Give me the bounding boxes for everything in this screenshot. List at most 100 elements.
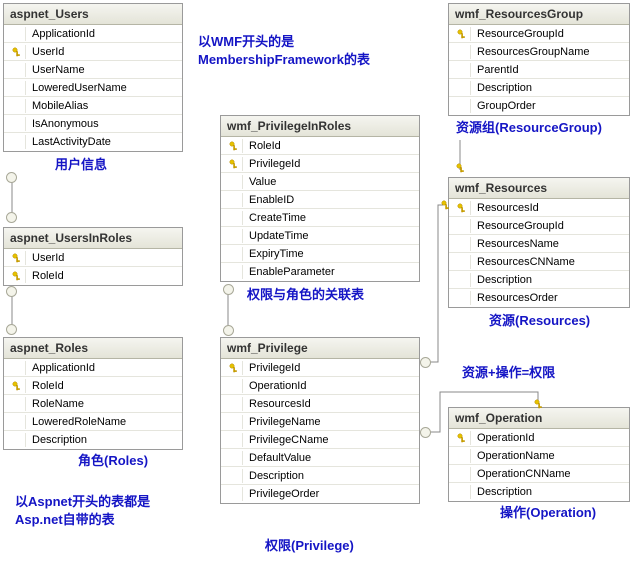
- column-name: LoweredUserName: [32, 82, 127, 94]
- column-row: RoleId: [221, 137, 419, 155]
- primary-key-icon: [225, 157, 243, 171]
- column-row: UserName: [4, 61, 182, 79]
- column-marker: [225, 175, 243, 189]
- column-row: Value: [221, 173, 419, 191]
- column-row: CreateTime: [221, 209, 419, 227]
- column-row: ResourceGroupId: [449, 25, 629, 43]
- column-marker: [225, 397, 243, 411]
- column-marker: [8, 415, 26, 429]
- column-name: ResourcesName: [477, 238, 559, 250]
- cols: ResourcesId ResourceGroupId ResourcesName R…: [449, 199, 629, 307]
- table-title: wmf_ResourcesGroup: [449, 4, 629, 25]
- conn-endpoint-icon: [6, 212, 17, 223]
- column-name: CreateTime: [249, 212, 306, 224]
- column-marker: [225, 379, 243, 393]
- column-marker: [225, 193, 243, 207]
- column-marker: [453, 99, 471, 113]
- column-name: ResourceGroupId: [477, 220, 564, 232]
- conn-endpoint-icon: [6, 172, 17, 183]
- column-name: RoleName: [32, 398, 84, 410]
- table-title: wmf_PrivilegeInRoles: [221, 116, 419, 137]
- column-name: EnableID: [249, 194, 294, 206]
- column-marker: [453, 467, 471, 481]
- column-row: MobileAlias: [4, 97, 182, 115]
- column-row: PrivilegeId: [221, 359, 419, 377]
- column-name: Description: [477, 486, 532, 498]
- column-row: UserId: [4, 43, 182, 61]
- table-title: aspnet_Users: [4, 4, 182, 25]
- column-name: OperationCNName: [477, 468, 571, 480]
- column-name: EnableParameter: [249, 266, 335, 278]
- column-name: PrivilegeName: [249, 416, 321, 428]
- column-row: OperationId: [449, 429, 629, 447]
- caption-roles: 角色(Roles): [78, 450, 148, 469]
- column-row: ResourcesCNName: [449, 253, 629, 271]
- column-name: OperationId: [477, 432, 534, 444]
- column-marker: [453, 273, 471, 287]
- conn-key-icon: [440, 199, 451, 210]
- column-marker: [225, 451, 243, 465]
- column-name: ResourceGroupId: [477, 28, 564, 40]
- column-marker: [225, 487, 243, 501]
- caption-resources: 资源(Resources): [489, 310, 590, 329]
- column-name: UserId: [32, 252, 64, 264]
- column-row: Description: [449, 483, 629, 501]
- column-name: RoleId: [249, 140, 281, 152]
- column-name: ResourcesId: [477, 202, 539, 214]
- column-row: UpdateTime: [221, 227, 419, 245]
- column-row: LastActivityDate: [4, 133, 182, 151]
- column-row: ApplicationId: [4, 25, 182, 43]
- column-row: PrivilegeName: [221, 413, 419, 431]
- column-name: UpdateTime: [249, 230, 309, 242]
- column-name: GroupOrder: [477, 100, 536, 112]
- table-aspnet-users: aspnet_Users ApplicationId UserId UserName…: [3, 3, 183, 152]
- column-name: ApplicationId: [32, 362, 95, 374]
- table-title: wmf_Privilege: [221, 338, 419, 359]
- column-row: OperationCNName: [449, 465, 629, 483]
- column-row: Description: [4, 431, 182, 449]
- column-row: ExpiryTime: [221, 245, 419, 263]
- caption-resgroup: 资源组(ResourceGroup): [456, 117, 602, 136]
- column-marker: [8, 117, 26, 131]
- cols: UserIdRoleId: [4, 249, 182, 285]
- caption-privilege: 权限(Privilege): [265, 535, 354, 554]
- column-marker: [453, 449, 471, 463]
- column-marker: [8, 81, 26, 95]
- column-marker: [453, 237, 471, 251]
- note-aspnet: 以Aspnet开头的表都是 Asp.net自带的表: [15, 493, 150, 528]
- column-marker: [453, 219, 471, 233]
- column-name: OperationName: [477, 450, 555, 462]
- column-name: ResourcesOrder: [477, 292, 558, 304]
- cols: ApplicationId RoleId RoleName LoweredRoleNa…: [4, 359, 182, 449]
- column-marker: [453, 81, 471, 95]
- table-wmf-operation: wmf_Operation OperationIdOperationNameOp…: [448, 407, 630, 502]
- conn-endpoint-icon: [420, 357, 431, 368]
- column-row: DefaultValue: [221, 449, 419, 467]
- column-row: IsAnonymous: [4, 115, 182, 133]
- caption-operation: 操作(Operation): [500, 502, 596, 521]
- column-row: GroupOrder: [449, 97, 629, 115]
- column-name: DefaultValue: [249, 452, 311, 464]
- column-row: LoweredRoleName: [4, 413, 182, 431]
- column-name: Description: [32, 434, 87, 446]
- column-row: ResourcesId: [449, 199, 629, 217]
- column-marker: [225, 229, 243, 243]
- column-row: EnableID: [221, 191, 419, 209]
- column-name: PrivilegeOrder: [249, 488, 319, 500]
- column-name: ResourcesId: [249, 398, 311, 410]
- column-marker: [225, 469, 243, 483]
- column-marker: [453, 485, 471, 499]
- column-marker: [225, 265, 243, 279]
- table-title: aspnet_UsersInRoles: [4, 228, 182, 249]
- column-marker: [8, 361, 26, 375]
- caption-users: 用户信息: [55, 154, 107, 173]
- column-marker: [225, 433, 243, 447]
- cols: RoleIdPrivilegeIdValueEnableIDCreateTime…: [221, 137, 419, 281]
- column-name: UserId: [32, 46, 64, 58]
- column-marker: [225, 415, 243, 429]
- column-marker: [225, 247, 243, 261]
- column-row: RoleId: [4, 377, 182, 395]
- note-resplusop: 资源+操作=权限: [462, 364, 555, 382]
- table-aspnet-usersinroles: aspnet_UsersInRoles UserIdRoleId: [3, 227, 183, 286]
- column-marker: [453, 291, 471, 305]
